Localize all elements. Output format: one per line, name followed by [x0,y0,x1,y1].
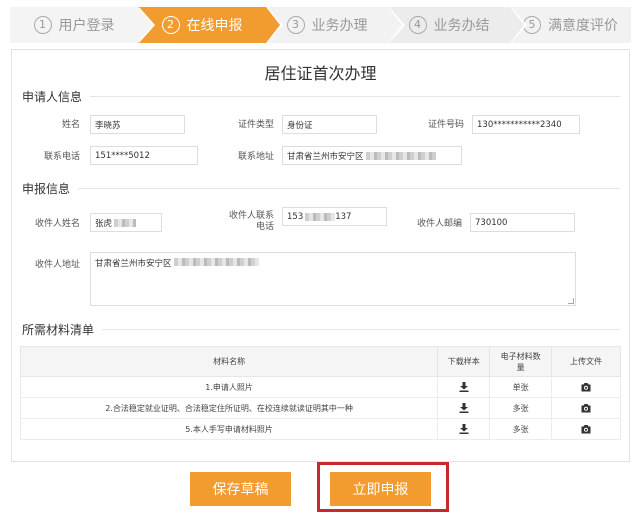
address-field[interactable]: 甘肃省兰州市安宁区 [282,146,462,165]
download-cell [437,376,491,398]
step-label-2: 在线申报 [186,18,243,34]
name-field[interactable]: 李晓苏 [90,115,185,134]
camera-icon[interactable] [581,403,591,413]
recipient-phone-field[interactable]: 153 137 [282,207,387,226]
step-number-3: 3 [286,16,305,34]
applicant-section-header: 申请人信息 [22,88,620,105]
recipient-address-value: 甘肃省兰州市安宁区 [95,259,172,269]
resize-handle-icon[interactable] [568,298,574,304]
download-cell [437,397,491,419]
id-number-label: 证件号码 [427,120,464,130]
phone-label: 联系电话 [43,152,80,162]
step-satisfaction: 5 满意度评价 [510,7,631,43]
recipient-phone-value-b: 137 [335,211,352,222]
camera-icon[interactable] [581,382,591,392]
col-header-download: 下载样本 [437,346,491,377]
step-number-1: 1 [33,16,52,34]
phone-value: 151****5012 [95,150,150,161]
col-header-count: 电子材料数量 [489,346,553,377]
material-name: 1.申请人照片 [19,376,439,398]
redacted-blur [114,218,137,227]
materials-section-title: 所需材料清单 [22,323,95,337]
material-name: 5.本人手写申请材料照片 [19,418,439,440]
progress-steps: 1 用户登录 2 在线申报 3 业务办理 4 业务办结 5 满意度评价 [10,7,631,43]
materials-section-header: 所需材料清单 [22,321,620,338]
material-name: 2.合法稳定就业证明、合法稳定住所证明、在校连续就读证明其中一种 [19,397,439,419]
recipient-address-textarea[interactable]: 甘肃省兰州市安宁区 [90,252,576,306]
phone-field[interactable]: 151****5012 [90,146,198,165]
material-count: 多张 [489,397,553,419]
form-panel: 居住证首次办理 申请人信息 姓名 李晓苏 证件类型 身份证 证件号码 130**… [11,49,630,462]
id-type-field[interactable]: 身份证 [282,115,377,134]
form-title: 居住证首次办理 [264,64,377,83]
name-value: 李晓苏 [95,120,121,131]
save-draft-button[interactable]: 保存草稿 [190,472,291,506]
download-icon[interactable] [459,403,469,413]
postcode-label: 收件人邮编 [416,219,462,229]
recipient-phone-label: 收件人联系电话 [228,211,274,232]
id-number-field[interactable]: 130***********2340 [472,115,580,134]
id-type-label: 证件类型 [237,120,274,130]
applicant-section-title: 申请人信息 [22,90,83,104]
step-processing: 3 业务办理 [266,7,405,43]
postcode-field[interactable]: 730100 [470,213,575,232]
recipient-address-label: 收件人地址 [34,260,80,270]
upload-cell [551,418,621,440]
download-icon[interactable] [459,382,469,392]
table-row: 2.合法稳定就业证明、合法稳定住所证明、在校连续就读证明其中一种 多张 [19,397,621,419]
step-label-5: 满意度评价 [548,18,618,34]
material-count: 多张 [489,418,553,440]
col-header-name: 材料名称 [19,346,439,377]
redacted-blur [365,151,436,160]
name-label: 姓名 [61,120,80,130]
step-label-4: 业务办结 [433,18,490,34]
camera-icon[interactable] [581,424,591,434]
step-online-declare: 2 在线申报 [138,7,283,43]
table-row: 1.申请人照片 单张 [19,376,621,398]
step-label-1: 用户登录 [58,18,115,34]
id-type-value: 身份证 [287,120,313,131]
address-label: 联系地址 [237,152,274,162]
address-value: 甘肃省兰州市安宁区 [287,151,364,162]
download-cell [437,418,491,440]
redacted-blur [305,212,336,221]
step-number-2: 2 [161,16,180,34]
report-section-title: 申报信息 [22,182,71,196]
postcode-value: 730100 [475,217,508,228]
step-number-4: 4 [408,16,427,34]
step-completed: 4 业务办结 [388,7,527,43]
table-row: 5.本人手写申请材料照片 多张 [19,418,621,440]
redacted-blur [173,258,259,266]
upload-cell [551,376,621,398]
recipient-name-value: 张虎 [95,218,113,229]
download-icon[interactable] [459,424,469,434]
upload-cell [551,397,621,419]
recipient-name-field[interactable]: 张虎 [90,213,162,232]
materials-table: 材料名称 下载样本 电子材料数量 上传文件 1.申请人照片 单张 2.合法稳定就… [19,346,621,440]
id-number-value: 130***********2340 [477,119,562,130]
step-user-login: 1 用户登录 [10,7,155,43]
recipient-name-label: 收件人姓名 [34,219,80,229]
recipient-phone-value-a: 153 [287,211,304,222]
report-section-header: 申报信息 [22,180,620,197]
step-label-3: 业务办理 [311,18,368,34]
material-count: 单张 [489,376,553,398]
col-header-upload: 上传文件 [551,346,621,377]
highlight-box [317,462,449,512]
